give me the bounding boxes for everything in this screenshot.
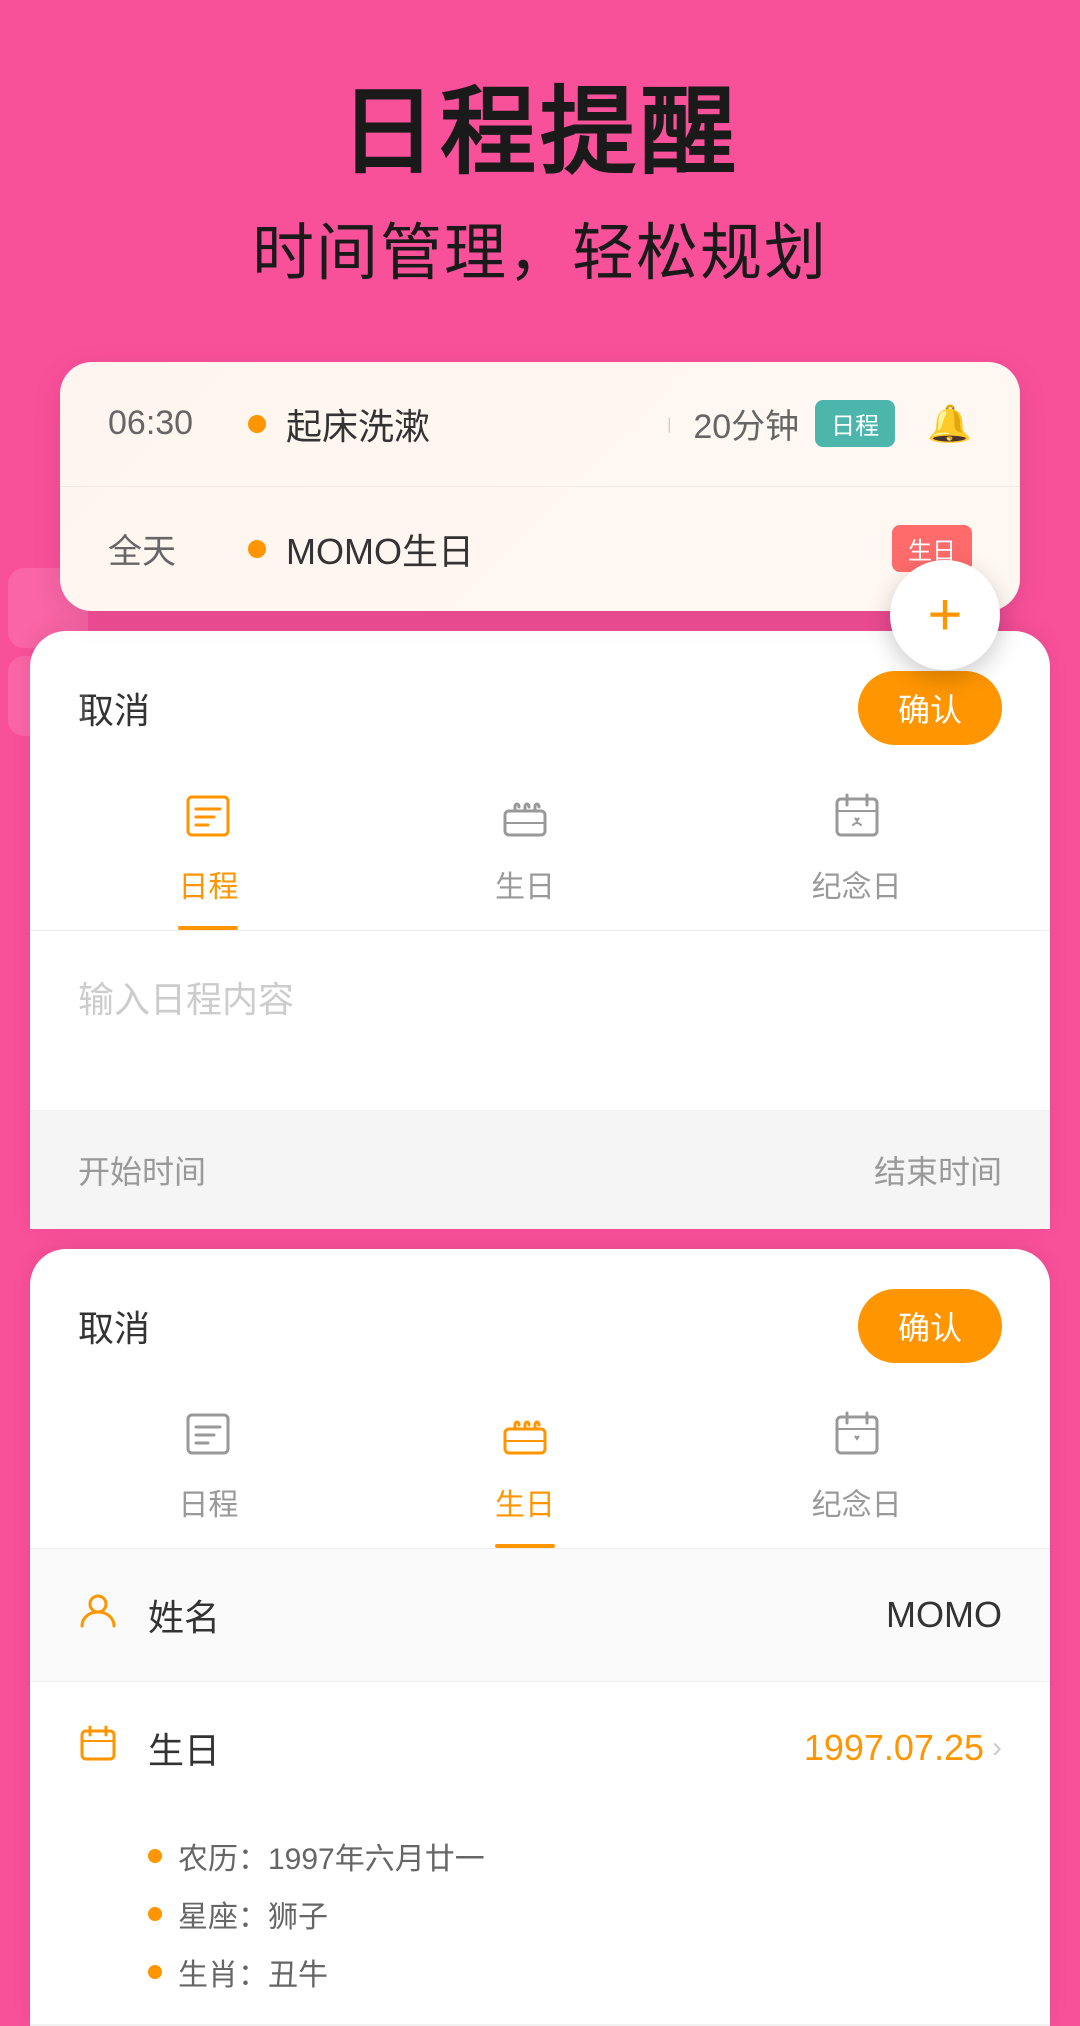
bell-icon: 🔔 — [927, 403, 972, 445]
fab-plus-icon: + — [927, 585, 962, 645]
main-container: 日程提醒 时间管理，轻松规划 06:30 起床洗漱 丨 20分钟 日程 🔔 全天… — [0, 0, 1080, 2026]
modal-card-birthday: 取消 确认 日程 — [30, 1249, 1050, 2026]
notif-tag-1: 日程 — [815, 400, 895, 447]
birthday-section: 生日 1997.07.25 › 农历：1997年六月廿一 星座：狮子 生肖：丑牛 — [30, 1682, 1050, 2026]
notif-divider-1: 丨 — [661, 412, 677, 436]
schedule-tab-icon-2 — [182, 1407, 234, 1472]
notif-item-1: 06:30 起床洗漱 丨 20分钟 日程 🔔 — [60, 362, 1020, 487]
lunar-dot — [148, 1849, 162, 1863]
tab-anniversary-2[interactable]: 纪念日 — [772, 1387, 942, 1548]
modal-card-schedule: 取消 确认 日程 — [30, 631, 1050, 1229]
notif-item-2: 全天 MOMO生日 生日 — [60, 487, 1020, 611]
birthday-value: 1997.07.25 — [804, 1727, 984, 1769]
modal-header-2: 取消 确认 — [30, 1249, 1050, 1387]
start-time-label[interactable]: 开始时间 — [78, 1147, 206, 1193]
anniversary-tab-label-2: 纪念日 — [812, 1480, 902, 1524]
time-section-1: 开始时间 结束时间 — [30, 1111, 1050, 1229]
shengxiao-dot — [148, 1965, 162, 1979]
person-icon — [78, 1590, 128, 1640]
tab-section-2: 日程 生日 — [30, 1387, 1050, 1549]
birthday-row[interactable]: 生日 1997.07.25 › — [30, 1682, 1050, 1814]
notif-dot-1 — [248, 415, 266, 433]
notif-dot-2 — [248, 540, 266, 558]
schedule-tab-label-1: 日程 — [178, 862, 238, 906]
name-value: MOMO — [886, 1594, 1002, 1636]
birthday-tab-icon-2 — [499, 1407, 551, 1472]
tab-anniversary-1[interactable]: 纪念日 — [772, 769, 942, 930]
modal-header-1: 取消 确认 — [30, 631, 1050, 769]
anniversary-tab-icon-2 — [831, 1407, 883, 1472]
schedule-tab-icon — [182, 789, 234, 854]
tab-schedule-1[interactable]: 日程 — [138, 769, 278, 930]
tab-birthday-1[interactable]: 生日 — [455, 769, 595, 930]
notification-preview-card: 06:30 起床洗漱 丨 20分钟 日程 🔔 全天 MOMO生日 生日 — [60, 362, 1020, 611]
birthday-tab-icon-1 — [499, 789, 551, 854]
cancel-button-2[interactable]: 取消 — [78, 1300, 150, 1352]
schedule-tab-label-2: 日程 — [178, 1480, 238, 1524]
tab-schedule-2[interactable]: 日程 — [138, 1387, 278, 1548]
header-section: 日程提醒 时间管理，轻松规划 — [0, 0, 1080, 332]
chevron-right-icon: › — [992, 1731, 1002, 1765]
main-title: 日程提醒 — [60, 80, 1020, 186]
confirm-button-2[interactable]: 确认 — [858, 1289, 1002, 1363]
notif-time-2: 全天 — [108, 524, 228, 573]
sub-title: 时间管理，轻松规划 — [60, 202, 1020, 292]
tab-birthday-2[interactable]: 生日 — [455, 1387, 595, 1548]
birthday-tab-label-2: 生日 — [495, 1480, 555, 1524]
end-time-label[interactable]: 结束时间 — [874, 1147, 1002, 1193]
lunar-text: 农历：1997年六月廿一 — [178, 1834, 485, 1878]
birthday-label: 生日 — [148, 1722, 804, 1774]
lunar-info: 农历：1997年六月廿一 — [148, 1834, 1002, 1878]
confirm-button-1[interactable]: 确认 — [858, 671, 1002, 745]
zodiac-info: 星座：狮子 — [148, 1892, 1002, 1936]
zodiac-text: 星座：狮子 — [178, 1892, 328, 1936]
zodiac-dot — [148, 1907, 162, 1921]
shengxiao-info: 生肖：丑牛 — [148, 1950, 1002, 1994]
anniversary-tab-label-1: 纪念日 — [812, 862, 902, 906]
anniversary-tab-icon-1 — [831, 789, 883, 854]
name-label: 姓名 — [148, 1589, 886, 1641]
notif-time-1: 06:30 — [108, 404, 228, 443]
add-fab-button[interactable]: + — [890, 560, 1000, 670]
name-row[interactable]: 姓名 MOMO — [30, 1549, 1050, 1682]
shengxiao-text: 生肖：丑牛 — [178, 1950, 328, 1994]
tab-section-1: 日程 生日 — [30, 769, 1050, 931]
calendar-icon — [78, 1723, 128, 1773]
schedule-input-placeholder: 输入日程内容 — [78, 979, 294, 1020]
notif-duration-1: 20分钟 — [693, 399, 799, 448]
birthday-sub-info: 农历：1997年六月廿一 星座：狮子 生肖：丑牛 — [30, 1814, 1050, 2025]
birthday-tab-label-1: 生日 — [495, 862, 555, 906]
notif-text-2: MOMO生日 — [286, 523, 892, 575]
notif-text-1: 起床洗漱 — [286, 398, 645, 450]
schedule-input-area[interactable]: 输入日程内容 — [30, 931, 1050, 1111]
